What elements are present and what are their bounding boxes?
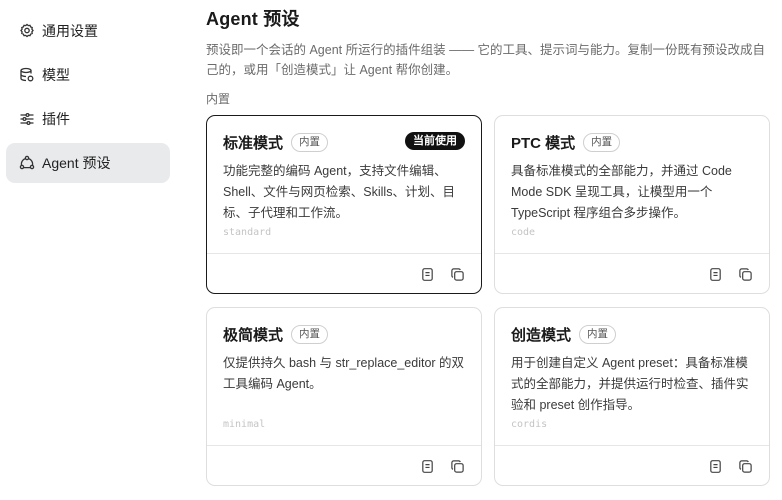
card-header: 极简模式 内置 [223,323,465,345]
builtin-badge: 内置 [583,132,621,152]
card-header: 创造模式 内置 [511,323,753,345]
preset-card-ptc[interactable]: PTC 模式 内置 具备标准模式的全部能力，并通过 Code Mode SDK … [494,115,770,294]
main-content: Agent 预设 预设即一个会话的 Agent 所运行的插件组装 —— 它的工具… [206,0,782,500]
card-description: 具备标准模式的全部能力，并通过 Code Mode SDK 呈现工具，让模型用一… [511,164,732,220]
card-description: 仅提供持久 bash 与 str_replace_editor 的双工具编码 A… [223,356,465,391]
preset-card-standard[interactable]: 标准模式 内置 当前使用 功能完整的编码 Agent，支持文件编辑、Shell、… [206,115,482,294]
copy-icon[interactable] [448,265,466,283]
copy-icon[interactable] [736,265,754,283]
sidebar-item-models[interactable]: 模型 [6,55,170,95]
document-icon[interactable] [706,457,724,475]
page-title: Agent 预设 [206,9,300,29]
card-preset-id: cordis [511,419,548,430]
database-icon [18,66,36,84]
sidebar-item-plugins[interactable]: 插件 [6,99,170,139]
sidebar-item-label: 插件 [42,111,70,127]
card-footer [207,253,481,293]
sidebar-item-label: 模型 [42,67,70,83]
document-icon[interactable] [418,457,436,475]
card-title: 标准模式 [223,134,284,152]
card-header: PTC 模式 内置 [511,131,753,153]
card-preset-id: standard [223,227,272,238]
sidebar-item-general-settings[interactable]: 通用设置 [6,11,170,51]
sidebar: 通用设置 模型 插件 Agent 预设 [0,0,178,500]
card-title: 极简模式 [223,326,284,344]
gear-icon [18,22,36,40]
card-description: 用于创建自定义 Agent preset：具备标准模式的全部能力，并提供运行时检… [511,356,749,412]
card-header: 标准模式 内置 当前使用 [223,131,465,153]
page-description: 预设即一个会话的 Agent 所运行的插件组装 —— 它的工具、提示词与能力。复… [206,43,766,77]
agent-cycle-icon [18,154,36,172]
card-title: 创造模式 [511,326,572,344]
document-icon[interactable] [706,265,724,283]
sliders-icon [18,110,36,128]
card-footer [495,445,769,485]
current-badge: 当前使用 [405,132,465,150]
copy-icon[interactable] [448,457,466,475]
builtin-badge: 内置 [579,324,617,344]
preset-card-minimal[interactable]: 极简模式 内置 仅提供持久 bash 与 str_replace_editor … [206,307,482,486]
preset-card-create[interactable]: 创造模式 内置 用于创建自定义 Agent preset：具备标准模式的全部能力… [494,307,770,486]
sidebar-item-label: 通用设置 [42,23,98,39]
card-title: PTC 模式 [511,134,576,152]
card-footer [207,445,481,485]
builtin-badge: 内置 [291,324,329,344]
sidebar-item-agent-presets[interactable]: Agent 预设 [6,143,170,183]
document-icon[interactable] [418,265,436,283]
card-description: 功能完整的编码 Agent，支持文件编辑、Shell、文件与网页检索、Skill… [223,164,455,220]
copy-icon[interactable] [736,457,754,475]
builtin-badge: 内置 [291,132,329,152]
card-footer [495,253,769,293]
sidebar-item-label: Agent 预设 [42,155,111,171]
section-label-builtin: 内置 [206,92,231,106]
card-preset-id: minimal [223,419,266,430]
card-preset-id: code [511,227,536,238]
